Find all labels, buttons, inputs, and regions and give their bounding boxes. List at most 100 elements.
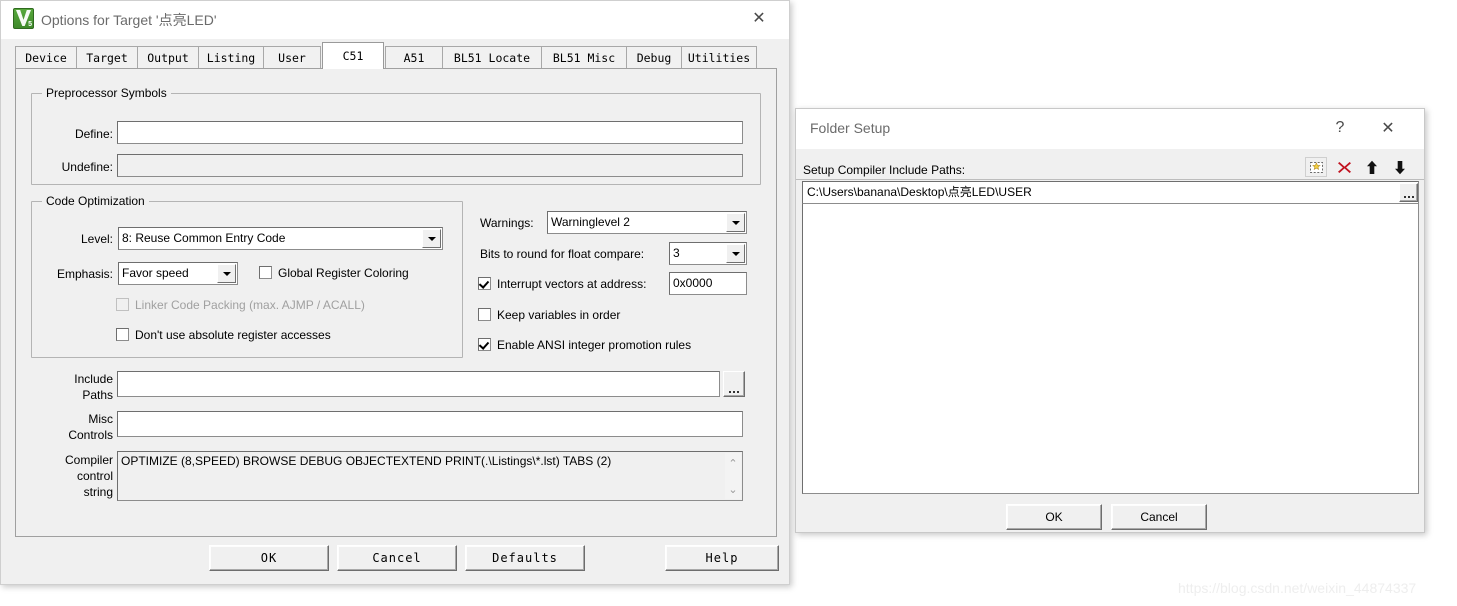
tab-device[interactable]: Device — [15, 46, 77, 68]
compiler-control-string-value: OPTIMIZE (8,SPEED) BROWSE DEBUG OBJECTEX… — [121, 454, 612, 468]
compiler-control-label-line1: Compiler — [64, 453, 113, 467]
linker-code-packing-label: Linker Code Packing (max. AJMP / ACALL) — [135, 298, 365, 312]
undefine-input[interactable] — [117, 154, 743, 177]
include-path-value: C:\Users\banana\Desktop\点亮LED\USER — [807, 185, 1032, 199]
folder-setup-title: Folder Setup — [810, 120, 891, 136]
ok-button[interactable]: OK — [209, 545, 329, 571]
folder-setup-cancel-button[interactable]: Cancel — [1111, 504, 1207, 530]
tab-label: C51 — [342, 49, 364, 63]
tab-label: A51 — [403, 50, 425, 65]
tab-bl51-locate[interactable]: BL51 Locate — [442, 46, 542, 68]
folder-setup-ok-button[interactable]: OK — [1006, 504, 1102, 530]
tab-label: Target — [86, 50, 128, 65]
tab-user[interactable]: User — [263, 46, 321, 68]
dont-use-absolute-register-checkbox[interactable] — [116, 328, 129, 341]
global-register-coloring-label: Global Register Coloring — [278, 266, 409, 280]
include-paths-label-line1: Include — [74, 372, 113, 386]
warnings-label: Warnings: — [480, 216, 534, 230]
include-path-row-0[interactable]: C:\Users\banana\Desktop\点亮LED\USER — [802, 181, 1419, 204]
compiler-control-label-line2: control — [76, 469, 113, 483]
compiler-control-label-line3: string — [83, 485, 113, 499]
main-dialog-title: Options for Target '点亮LED' — [41, 12, 217, 28]
ansi-promotion-checkbox[interactable] — [478, 338, 491, 351]
dont-use-absolute-register-label: Don't use absolute register accesses — [135, 328, 331, 342]
optimization-level-label: Level: — [80, 232, 113, 246]
options-for-target-dialog: 5 Options for Target '点亮LED' ✕ Device Ta… — [0, 0, 790, 585]
include-paths-browse-button[interactable] — [723, 371, 745, 397]
move-down-icon[interactable] — [1389, 157, 1411, 177]
keil-uvision-icon: 5 — [13, 8, 34, 29]
tab-label: BL51 Misc — [552, 50, 616, 65]
define-input[interactable] — [117, 121, 743, 144]
interrupt-vectors-address-input[interactable]: 0x0000 — [669, 272, 747, 295]
tab-label: Output — [147, 50, 189, 65]
chevron-down-icon[interactable] — [422, 229, 441, 248]
tab-target[interactable]: Target — [76, 46, 138, 68]
scroll-down-icon[interactable]: ⌄ — [725, 481, 741, 497]
help-button[interactable]: Help — [665, 545, 779, 571]
optimization-level-select[interactable]: 8: Reuse Common Entry Code — [118, 227, 443, 250]
interrupt-vectors-label: Interrupt vectors at address: — [497, 277, 647, 291]
global-register-coloring-checkbox[interactable] — [259, 266, 272, 279]
tab-bl51-misc[interactable]: BL51 Misc — [541, 46, 627, 68]
tab-label: Debug — [636, 50, 672, 65]
interrupt-vectors-checkbox[interactable] — [478, 277, 491, 290]
main-dialog-titlebar: 5 Options for Target '点亮LED' ✕ — [1, 1, 789, 39]
delete-icon[interactable] — [1333, 157, 1355, 177]
misc-controls-input[interactable] — [117, 411, 743, 437]
tab-label: BL51 Locate — [453, 50, 531, 65]
misc-controls-label-line1: Misc — [88, 412, 113, 426]
tab-listing[interactable]: Listing — [198, 46, 264, 68]
keep-variables-in-order-checkbox[interactable] — [478, 308, 491, 321]
close-icon[interactable]: ✕ — [1368, 113, 1408, 143]
misc-controls-label-line2: Controls — [68, 428, 113, 442]
include-paths-label-line2: Paths — [82, 388, 113, 402]
bits-to-round-select[interactable]: 3 — [669, 242, 747, 265]
tab-c51[interactable]: C51 — [322, 42, 384, 69]
move-up-icon[interactable] — [1361, 157, 1383, 177]
tab-label: Device — [25, 50, 67, 65]
red-x-glyph — [1337, 161, 1351, 173]
chevron-down-icon[interactable] — [217, 264, 236, 283]
new-folder-icon[interactable] — [1305, 157, 1327, 177]
undefine-label: Undefine: — [61, 160, 113, 174]
optimization-level-value: 8: Reuse Common Entry Code — [122, 231, 286, 245]
emphasis-value: Favor speed — [122, 266, 189, 280]
new-folder-glyph — [1309, 162, 1323, 173]
close-icon[interactable]: ✕ — [739, 3, 779, 33]
tab-label: Listing — [206, 50, 256, 65]
compiler-control-string-textarea[interactable]: OPTIMIZE (8,SPEED) BROWSE DEBUG OBJECTEX… — [117, 451, 743, 501]
tab-label: User — [278, 50, 306, 65]
ansi-promotion-label: Enable ANSI integer promotion rules — [497, 338, 692, 352]
define-label: Define: — [74, 127, 113, 141]
tab-utilities[interactable]: Utilities — [681, 46, 757, 68]
include-path-browse-button[interactable] — [1399, 183, 1418, 202]
tab-output[interactable]: Output — [137, 46, 199, 68]
include-paths-input[interactable] — [117, 371, 720, 397]
chevron-down-icon[interactable] — [726, 244, 745, 263]
emphasis-select[interactable]: Favor speed — [118, 262, 238, 285]
up-arrow-glyph — [1367, 160, 1377, 174]
bits-to-round-label: Bits to round for float compare: — [480, 247, 645, 261]
linker-code-packing-checkbox — [116, 298, 129, 311]
tab-label: Utilities — [687, 50, 751, 65]
tab-a51[interactable]: A51 — [385, 46, 443, 68]
help-icon[interactable]: ? — [1320, 113, 1360, 143]
defaults-button[interactable]: Defaults — [465, 545, 585, 571]
folder-setup-titlebar: Folder Setup ? ✕ — [796, 109, 1424, 149]
warnings-select[interactable]: Warninglevel 2 — [547, 211, 747, 234]
keep-variables-in-order-label: Keep variables in order — [497, 308, 621, 322]
scroll-up-icon[interactable]: ⌃ — [725, 455, 741, 471]
bits-to-round-value: 3 — [673, 246, 680, 260]
folder-setup-dialog: Folder Setup ? ✕ Setup Compiler Include … — [795, 108, 1425, 533]
tab-debug[interactable]: Debug — [626, 46, 682, 68]
warnings-value: Warninglevel 2 — [551, 215, 630, 229]
group-label: Preprocessor Symbols — [42, 86, 171, 100]
emphasis-label: Emphasis: — [56, 267, 113, 281]
toolbar-divider — [796, 179, 1424, 180]
cancel-button[interactable]: Cancel — [337, 545, 457, 571]
compiler-control-scrollbar[interactable]: ⌃ ⌄ — [725, 453, 741, 499]
chevron-down-icon[interactable] — [726, 213, 745, 232]
include-paths-listbox[interactable] — [802, 181, 1419, 494]
down-arrow-glyph — [1395, 160, 1405, 174]
